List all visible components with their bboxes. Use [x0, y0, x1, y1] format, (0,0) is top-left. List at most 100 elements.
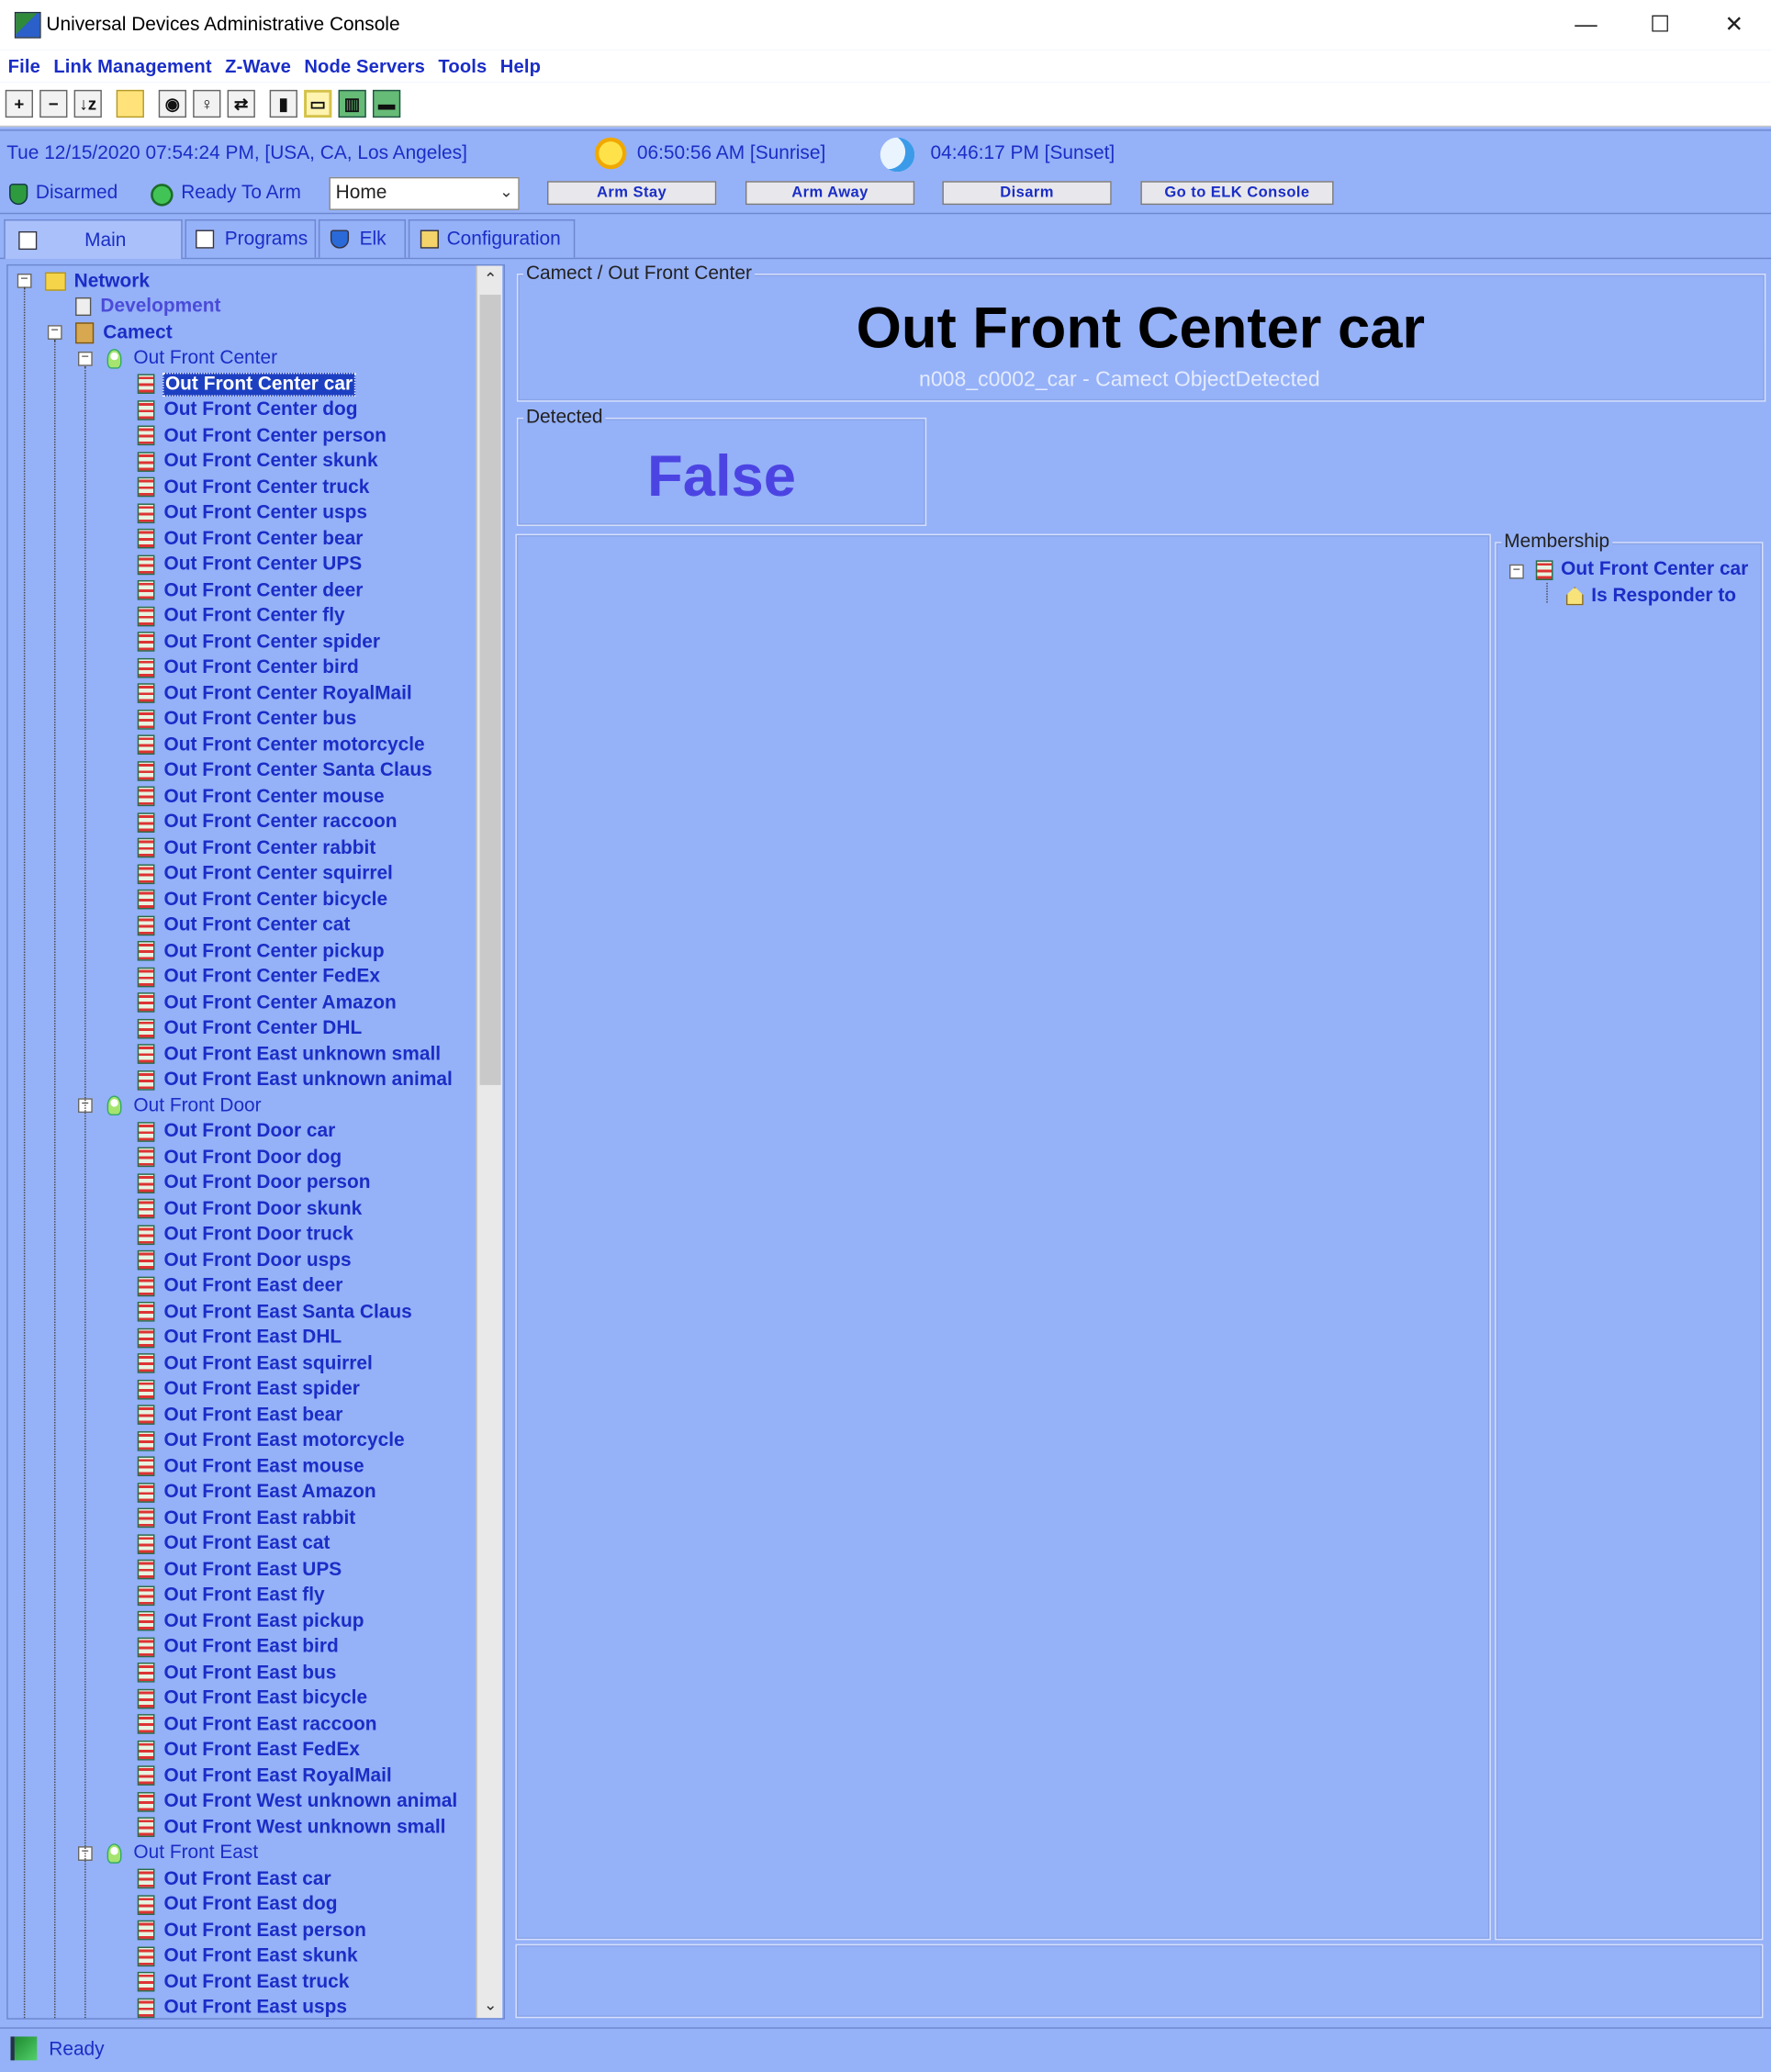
- minimize-button[interactable]: —: [1549, 0, 1623, 50]
- menu-file[interactable]: File: [0, 55, 47, 76]
- scroll-down-icon[interactable]: ⌄: [477, 1991, 504, 2018]
- tree-node-item[interactable]: Out Front Center deer: [137, 577, 364, 602]
- tree-node-item[interactable]: Out Front East raccoon: [137, 1711, 378, 1736]
- tree-node-item[interactable]: Out Front Center motorcycle: [137, 733, 426, 757]
- tree-node-item[interactable]: Out Front Center skunk: [137, 449, 379, 474]
- note-icon[interactable]: [116, 89, 144, 118]
- tree-scrollbar[interactable]: ⌃ ⌄: [476, 265, 504, 2019]
- tree-root-network[interactable]: Network: [44, 268, 151, 293]
- tree-node-item[interactable]: Out Front East rabbit: [137, 1506, 357, 1530]
- tree-group[interactable]: Out Front Door: [106, 1093, 263, 1118]
- tree-node-item[interactable]: Out Front Door person: [137, 1170, 372, 1195]
- sort-icon[interactable]: ↓z: [73, 89, 102, 118]
- tree-node-item[interactable]: Out Front West unknown small: [137, 1815, 447, 1840]
- collapse-icon[interactable]: −: [47, 324, 62, 340]
- tree-node-item[interactable]: Out Front Center rabbit: [137, 835, 377, 860]
- elk-console-button[interactable]: Go to ELK Console: [1140, 181, 1334, 206]
- menu-z-wave[interactable]: Z-Wave: [219, 55, 297, 76]
- tree-node-item[interactable]: Out Front East usps: [137, 1995, 349, 2018]
- tree-node-item[interactable]: Out Front Door usps: [137, 1248, 353, 1272]
- tree-node-item[interactable]: Out Front Center bus: [137, 706, 358, 731]
- tree-node-item[interactable]: Out Front East Santa Claus: [137, 1299, 413, 1324]
- tree-node-item[interactable]: Out Front Center car: [137, 372, 355, 397]
- expand-all-icon[interactable]: +: [5, 89, 33, 118]
- tree-node-item[interactable]: Out Front Center RoyalMail: [137, 680, 413, 705]
- link-icon[interactable]: ⇄: [227, 89, 255, 118]
- mode-select[interactable]: Home ⌄: [329, 176, 520, 210]
- tree-node-item[interactable]: Out Front East dog: [137, 1892, 339, 1917]
- collapse-all-icon[interactable]: −: [39, 89, 68, 118]
- chart-icon[interactable]: ▮: [269, 89, 297, 118]
- collapse-icon[interactable]: −: [77, 350, 93, 366]
- arm-away-button[interactable]: Arm Away: [745, 181, 915, 206]
- tree-node-item[interactable]: Out Front East cat: [137, 1531, 331, 1556]
- tab-main[interactable]: Main: [4, 218, 183, 260]
- tree-node-item[interactable]: Out Front East motorcycle: [137, 1428, 406, 1452]
- tab-configuration[interactable]: Configuration: [408, 218, 576, 258]
- tree-node-item[interactable]: Out Front Center usps: [137, 500, 369, 525]
- close-button[interactable]: ✕: [1697, 0, 1771, 50]
- tab-elk[interactable]: Elk: [318, 218, 406, 258]
- tab-programs[interactable]: Programs: [185, 218, 317, 258]
- tree-item-development[interactable]: Development: [75, 294, 222, 319]
- tree-node-item[interactable]: Out Front East squirrel: [137, 1350, 375, 1375]
- collapse-icon[interactable]: −: [1509, 564, 1524, 579]
- tree-node-item[interactable]: Out Front Center fly: [137, 603, 346, 628]
- tree-node-item[interactable]: Out Front Center bicycle: [137, 887, 389, 912]
- menu-node-servers[interactable]: Node Servers: [297, 55, 432, 76]
- membership-responder[interactable]: Is Responder to: [1565, 586, 1736, 607]
- window-icon[interactable]: ▭: [304, 89, 332, 118]
- tree-node-item[interactable]: Out Front East mouse: [137, 1454, 365, 1479]
- tree-node-item[interactable]: Out Front West unknown animal: [137, 1788, 459, 1813]
- tree-node-item[interactable]: Out Front Center Santa Claus: [137, 758, 434, 783]
- tree-node-item[interactable]: Out Front Door dog: [137, 1145, 343, 1170]
- membership-item[interactable]: Out Front Center car: [1535, 559, 1748, 580]
- tree-group[interactable]: Out Front Center: [106, 345, 279, 370]
- battery-icon[interactable]: ▬: [372, 89, 401, 118]
- tree-node-item[interactable]: Out Front East Amazon: [137, 1480, 377, 1505]
- tree-node-item[interactable]: Out Front Center bear: [137, 526, 364, 551]
- tree-node-item[interactable]: Out Front East bird: [137, 1634, 340, 1659]
- barcode-icon[interactable]: ▥: [338, 89, 366, 118]
- tree-node-item[interactable]: Out Front East UPS: [137, 1557, 343, 1582]
- tree-node-item[interactable]: Out Front East FedEx: [137, 1737, 362, 1762]
- tree-node-item[interactable]: Out Front Center pickup: [137, 938, 386, 963]
- tree-node-item[interactable]: Out Front East truck: [137, 1969, 351, 1994]
- tree-node-item[interactable]: Out Front East unknown small: [137, 1041, 443, 1066]
- tree-node-item[interactable]: Out Front Center squirrel: [137, 861, 395, 886]
- tree-node-item[interactable]: Out Front East pickup: [137, 1608, 365, 1633]
- tree-node-item[interactable]: Out Front East spider: [137, 1376, 362, 1401]
- tree-node-item[interactable]: Out Front East unknown animal: [137, 1067, 454, 1092]
- disarm-button[interactable]: Disarm: [942, 181, 1112, 206]
- menu-tools[interactable]: Tools: [432, 55, 493, 76]
- tree-node-item[interactable]: Out Front East person: [137, 1918, 368, 1943]
- tree-node-item[interactable]: Out Front Center Amazon: [137, 990, 398, 1014]
- tree-node-item[interactable]: Out Front East bear: [137, 1402, 344, 1427]
- tree-node-item[interactable]: Out Front Door skunk: [137, 1196, 364, 1221]
- tree-node-item[interactable]: Out Front Center dog: [137, 398, 359, 422]
- tree-node-item[interactable]: Out Front Center truck: [137, 475, 371, 499]
- maximize-button[interactable]: ☐: [1623, 0, 1698, 50]
- tree-node-item[interactable]: Out Front East bus: [137, 1660, 338, 1685]
- bulb-icon[interactable]: ♀: [193, 89, 221, 118]
- tree-node-item[interactable]: Out Front Center cat: [137, 913, 352, 937]
- tree-node-item[interactable]: Out Front Center mouse: [137, 784, 386, 809]
- tree-item-camect[interactable]: Camect: [75, 319, 174, 344]
- tree-node-item[interactable]: Out Front East fly: [137, 1583, 326, 1607]
- scroll-up-icon[interactable]: ⌃: [477, 265, 504, 292]
- color-icon[interactable]: ◉: [158, 89, 186, 118]
- tree-node-item[interactable]: Out Front Door truck: [137, 1222, 355, 1247]
- tree-group[interactable]: Out Front East: [106, 1841, 260, 1865]
- tree-node-item[interactable]: Out Front Center spider: [137, 629, 382, 654]
- tree-node-item[interactable]: Out Front East skunk: [137, 1943, 359, 1968]
- tree-node-item[interactable]: Out Front East DHL: [137, 1325, 343, 1350]
- arm-stay-button[interactable]: Arm Stay: [546, 181, 717, 206]
- tree-node-item[interactable]: Out Front East bicycle: [137, 1686, 369, 1710]
- tree-node-item[interactable]: Out Front East RoyalMail: [137, 1763, 393, 1787]
- tree-node-item[interactable]: Out Front Center FedEx: [137, 964, 382, 989]
- tree-node-item[interactable]: Out Front Center UPS: [137, 552, 364, 577]
- tree-node-item[interactable]: Out Front Door car: [137, 1119, 337, 1144]
- tree-node-item[interactable]: Out Front Center raccoon: [137, 810, 398, 834]
- tree-node-item[interactable]: Out Front Center person: [137, 423, 388, 448]
- tree-node-item[interactable]: Out Front Center DHL: [137, 1015, 364, 1040]
